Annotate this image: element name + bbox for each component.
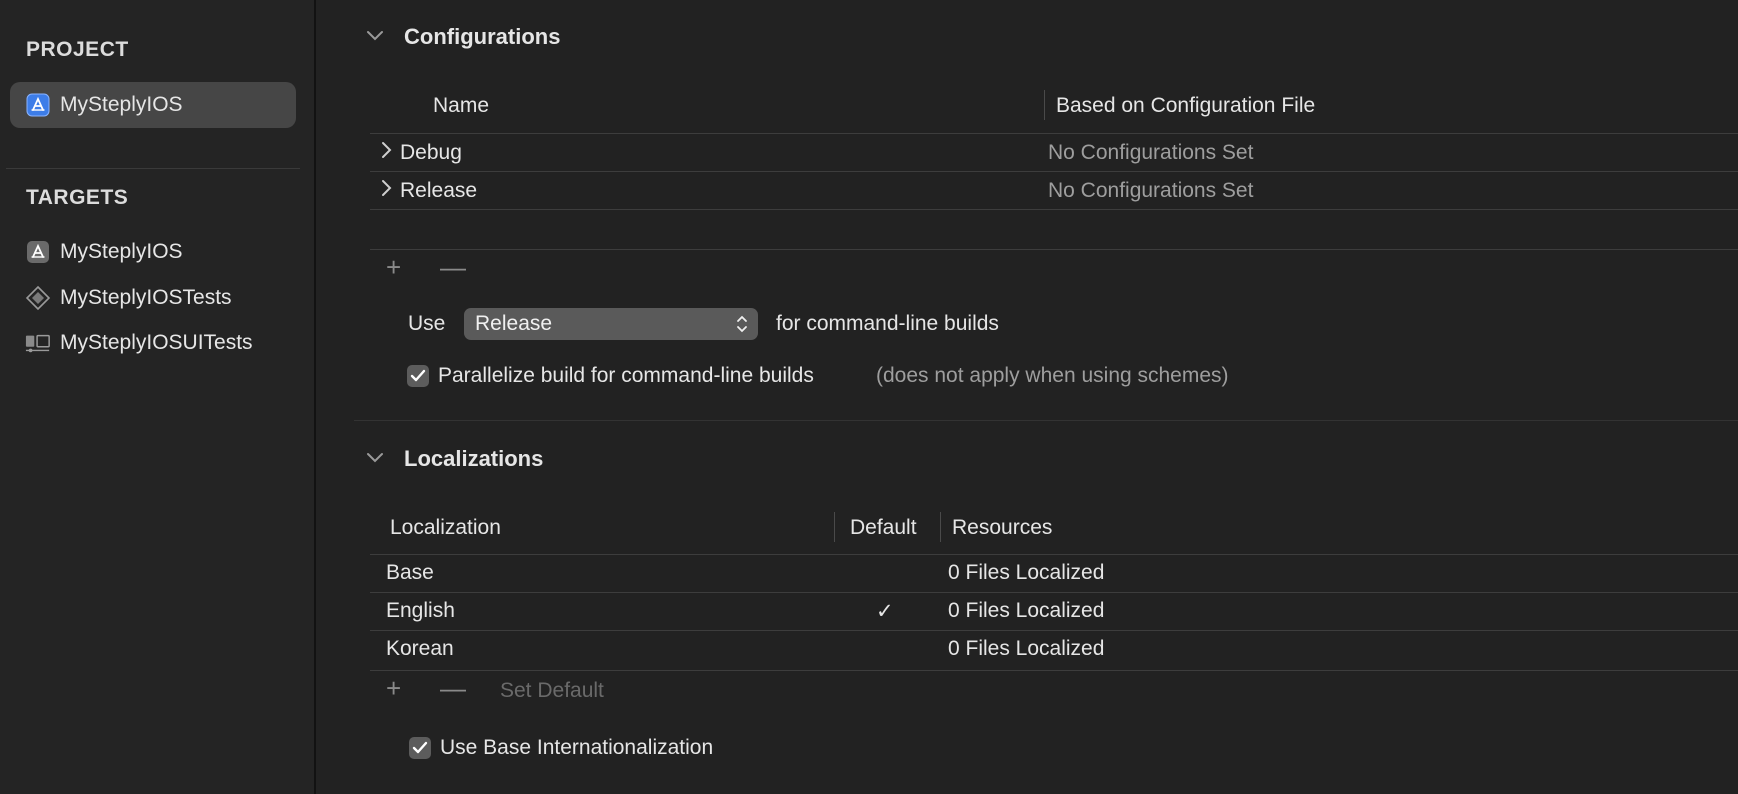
table-divider [370, 630, 1738, 631]
column-separator [834, 512, 835, 542]
table-divider [370, 554, 1738, 555]
use-suffix: for command-line builds [776, 312, 999, 335]
checkmark-icon [410, 369, 426, 382]
column-header-name[interactable]: Name [433, 94, 489, 118]
table-bottom-divider [370, 670, 1738, 671]
resources-count: 0 Files Localized [948, 637, 1105, 660]
config-name: Release [400, 179, 478, 202]
sidebar-item-label: MySteplyIOSTests [60, 286, 232, 309]
navigator-sidebar: PROJECT MySteplyIOS TARGETS MySteplyIOS [0, 0, 316, 794]
project-editor: Configurations Name Based on Configurati… [318, 0, 1738, 794]
command-line-config-popup[interactable]: Release [464, 308, 758, 340]
table-bottom-divider [370, 249, 1738, 250]
sidebar-item-target-uitests[interactable]: MySteplyIOSUITests [10, 320, 296, 366]
add-configuration-button[interactable]: + [386, 252, 401, 283]
default-checkmark: ✓ [876, 600, 894, 623]
parallelize-note: (does not apply when using schemes) [876, 364, 1229, 387]
parallelize-checkbox[interactable] [407, 365, 429, 387]
base-internationalization-label[interactable]: Use Base Internationalization [440, 736, 713, 760]
sidebar-item-label: MySteplyIOS [60, 93, 183, 116]
section-divider [354, 420, 1738, 421]
column-separator [1044, 90, 1045, 120]
add-localization-button[interactable]: + [386, 673, 401, 704]
targets-heading: TARGETS [26, 186, 129, 209]
column-header-resources[interactable]: Resources [952, 516, 1052, 540]
set-default-button[interactable]: Set Default [500, 679, 604, 703]
base-internationalization-checkbox[interactable] [409, 737, 431, 759]
table-divider [370, 171, 1738, 172]
use-label: Use [408, 312, 446, 335]
resources-count: 0 Files Localized [948, 561, 1105, 584]
table-divider [370, 209, 1738, 210]
app-project-icon [25, 92, 51, 118]
chevron-right-icon[interactable] [380, 179, 392, 203]
sidebar-item-target-app[interactable]: MySteplyIOS [10, 229, 296, 275]
localization-name: Korean [386, 637, 454, 660]
app-target-icon [25, 239, 51, 265]
column-header-default[interactable]: Default [850, 516, 917, 540]
ui-test-icon [25, 330, 51, 356]
table-divider [370, 592, 1738, 593]
localization-name: English [386, 599, 455, 622]
sidebar-item-target-tests[interactable]: MySteplyIOSTests [10, 275, 296, 321]
remove-configuration-button[interactable]: — [440, 252, 466, 283]
sidebar-item-project[interactable]: MySteplyIOS [10, 82, 296, 128]
configurations-title: Configurations [404, 24, 561, 49]
sidebar-item-label: MySteplyIOSUITests [60, 331, 253, 354]
remove-localization-button[interactable]: — [440, 673, 466, 704]
unit-test-icon [25, 285, 51, 311]
project-heading: PROJECT [26, 38, 129, 61]
config-based-on[interactable]: No Configurations Set [1048, 141, 1253, 165]
column-header-based-on[interactable]: Based on Configuration File [1056, 94, 1315, 118]
table-divider [370, 133, 1738, 134]
column-separator [940, 512, 941, 542]
localizations-disclosure[interactable] [366, 448, 384, 469]
up-down-arrows-icon [737, 315, 747, 333]
column-header-localization[interactable]: Localization [390, 516, 501, 540]
configurations-disclosure[interactable] [366, 26, 384, 47]
popup-value: Release [475, 312, 553, 335]
resources-count: 0 Files Localized [948, 599, 1105, 622]
chevron-right-icon[interactable] [380, 141, 392, 165]
checkmark-icon [412, 741, 428, 754]
sidebar-divider [6, 168, 300, 169]
config-name: Debug [400, 141, 462, 164]
chevron-down-icon [367, 453, 383, 463]
localizations-title: Localizations [404, 446, 544, 471]
chevron-down-icon [367, 31, 383, 41]
sidebar-item-label: MySteplyIOS [60, 240, 183, 263]
localization-name: Base [386, 561, 434, 584]
parallelize-label[interactable]: Parallelize build for command-line build… [438, 364, 814, 388]
config-based-on[interactable]: No Configurations Set [1048, 179, 1253, 203]
